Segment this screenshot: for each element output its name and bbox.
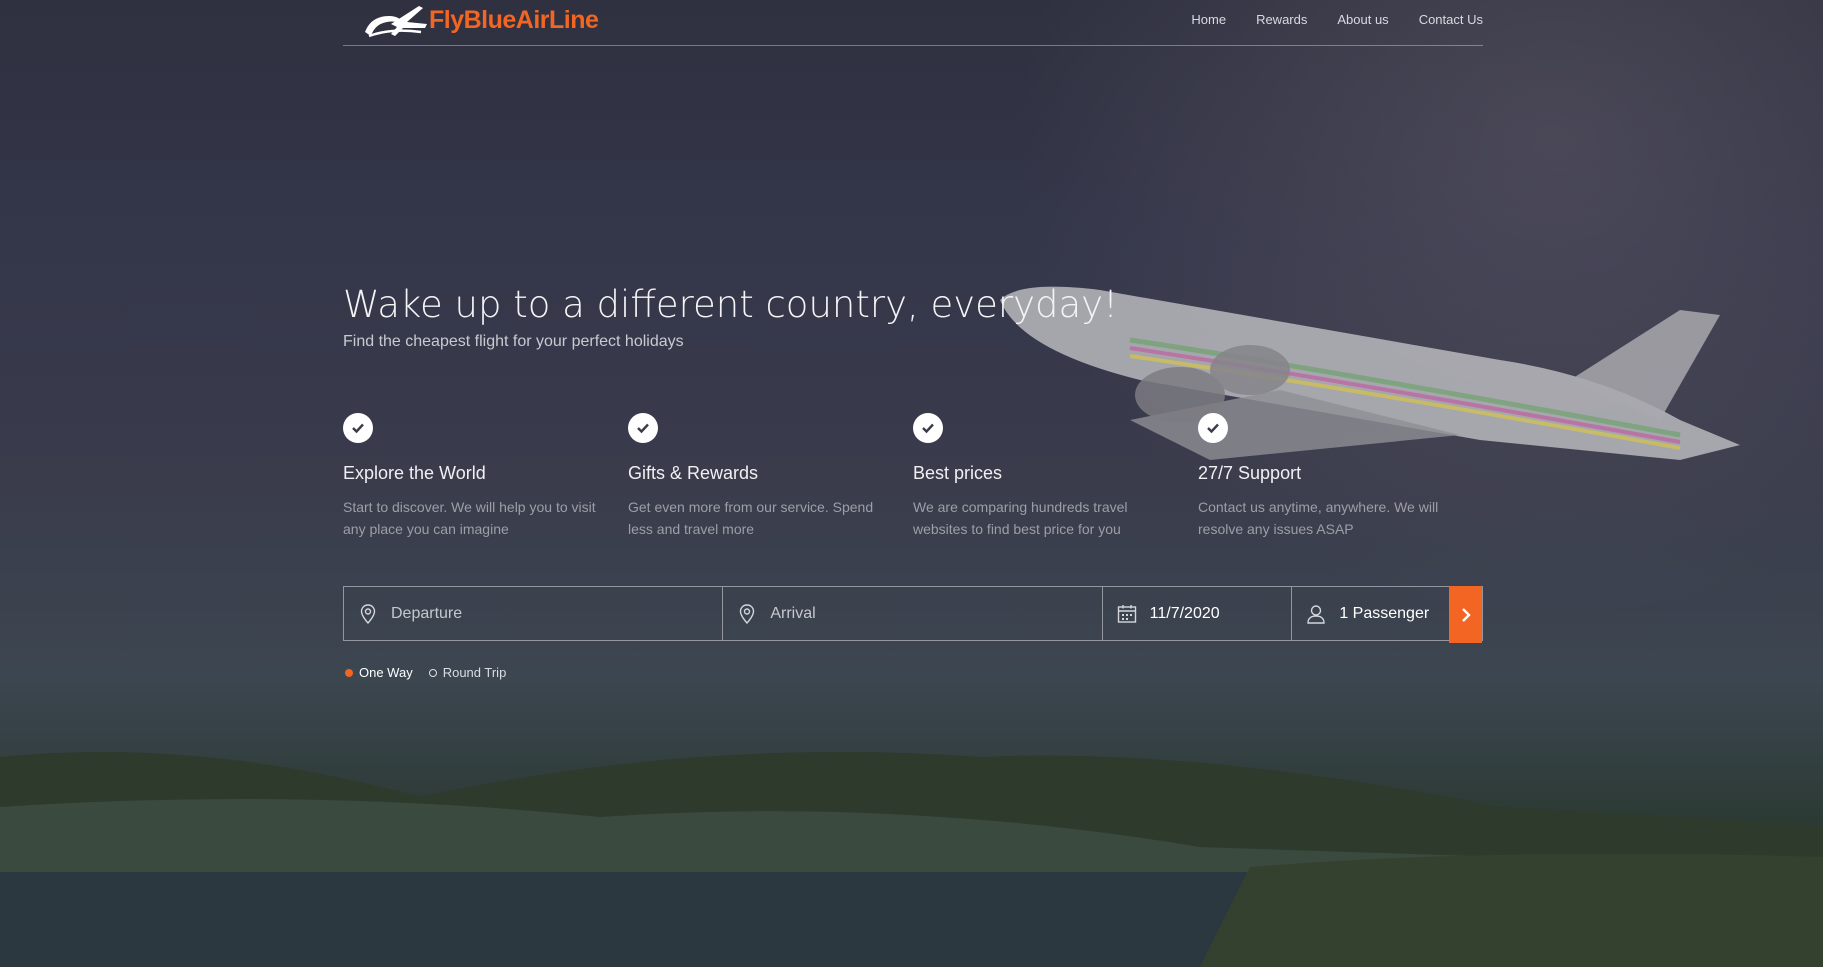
nav-about-link[interactable]: About us	[1337, 12, 1388, 27]
check-icon	[628, 413, 658, 443]
features-row: Explore the World Start to discover. We …	[343, 413, 1483, 540]
hero-title: Wake up to a different country, everyday…	[343, 283, 1118, 326]
calendar-icon	[1117, 604, 1136, 623]
passenger-field[interactable]	[1292, 587, 1450, 640]
map-pin-icon	[740, 603, 755, 624]
feature-best-prices: Best prices We are comparing hundreds tr…	[913, 413, 1198, 540]
feature-description: Start to discover. We will help you to v…	[343, 499, 596, 537]
nav-contact-link[interactable]: Contact Us	[1419, 12, 1483, 27]
check-icon	[343, 413, 373, 443]
feature-title: Gifts & Rewards	[628, 463, 759, 483]
nav-home-link[interactable]: Home	[1191, 12, 1226, 27]
radio-selected-icon	[345, 668, 353, 677]
feature-rewards: Gifts & Rewards Get even more from our s…	[628, 413, 913, 540]
feature-title: Explore the World	[343, 463, 486, 483]
one-way-label: One Way	[359, 665, 413, 680]
feature-description: Contact us anytime, anywhere. We will re…	[1198, 499, 1439, 537]
search-submit-button[interactable]	[1449, 586, 1482, 643]
map-pin-icon	[360, 603, 376, 624]
check-icon	[913, 413, 943, 443]
trip-type-selector: One Way Round Trip	[345, 665, 506, 680]
island-scenery-image	[0, 752, 1823, 967]
hero-subtitle: Find the cheapest flight for your perfec…	[343, 333, 684, 350]
feature-title: Best prices	[913, 463, 1003, 483]
arrival-field[interactable]	[723, 587, 1103, 640]
flight-search-form	[343, 586, 1483, 643]
feature-support: 27/7 Support Contact us anytime, anywher…	[1198, 413, 1483, 540]
user-icon	[1307, 604, 1326, 624]
date-input[interactable]	[1147, 603, 1292, 624]
round-trip-radio[interactable]: Round Trip	[428, 665, 507, 680]
feature-title: 27/7 Support	[1198, 463, 1302, 483]
departure-input[interactable]	[389, 603, 723, 624]
passenger-input[interactable]	[1337, 603, 1450, 624]
nav-menu: Home Rewards About us Contact Us	[1191, 12, 1483, 27]
page: FlyBlueAirLine Home Rewards About us Con…	[0, 0, 1823, 967]
brand-logo[interactable]: FlyBlueAirLine	[361, 2, 599, 40]
check-icon	[1198, 413, 1228, 443]
one-way-radio[interactable]: One Way	[345, 665, 413, 680]
round-trip-label: Round Trip	[442, 665, 507, 680]
brand-name: FlyBlueAirLine	[429, 6, 599, 34]
departure-field[interactable]	[344, 587, 724, 640]
date-field[interactable]	[1103, 587, 1293, 640]
navbar: FlyBlueAirLine Home Rewards About us Con…	[343, 0, 1483, 46]
arrival-input[interactable]	[768, 603, 1102, 624]
nav-rewards-link[interactable]: Rewards	[1256, 12, 1307, 27]
plane-swoosh-icon	[365, 5, 427, 37]
main-container: FlyBlueAirLine Home Rewards About us Con…	[343, 0, 1483, 680]
chevron-right-icon	[1461, 607, 1471, 622]
feature-description: Get even more from our service. Spend le…	[628, 499, 874, 537]
feature-description: We are comparing hundreds travel website…	[913, 499, 1128, 537]
feature-explore: Explore the World Start to discover. We …	[343, 413, 628, 540]
radio-unselected-icon	[428, 668, 437, 677]
